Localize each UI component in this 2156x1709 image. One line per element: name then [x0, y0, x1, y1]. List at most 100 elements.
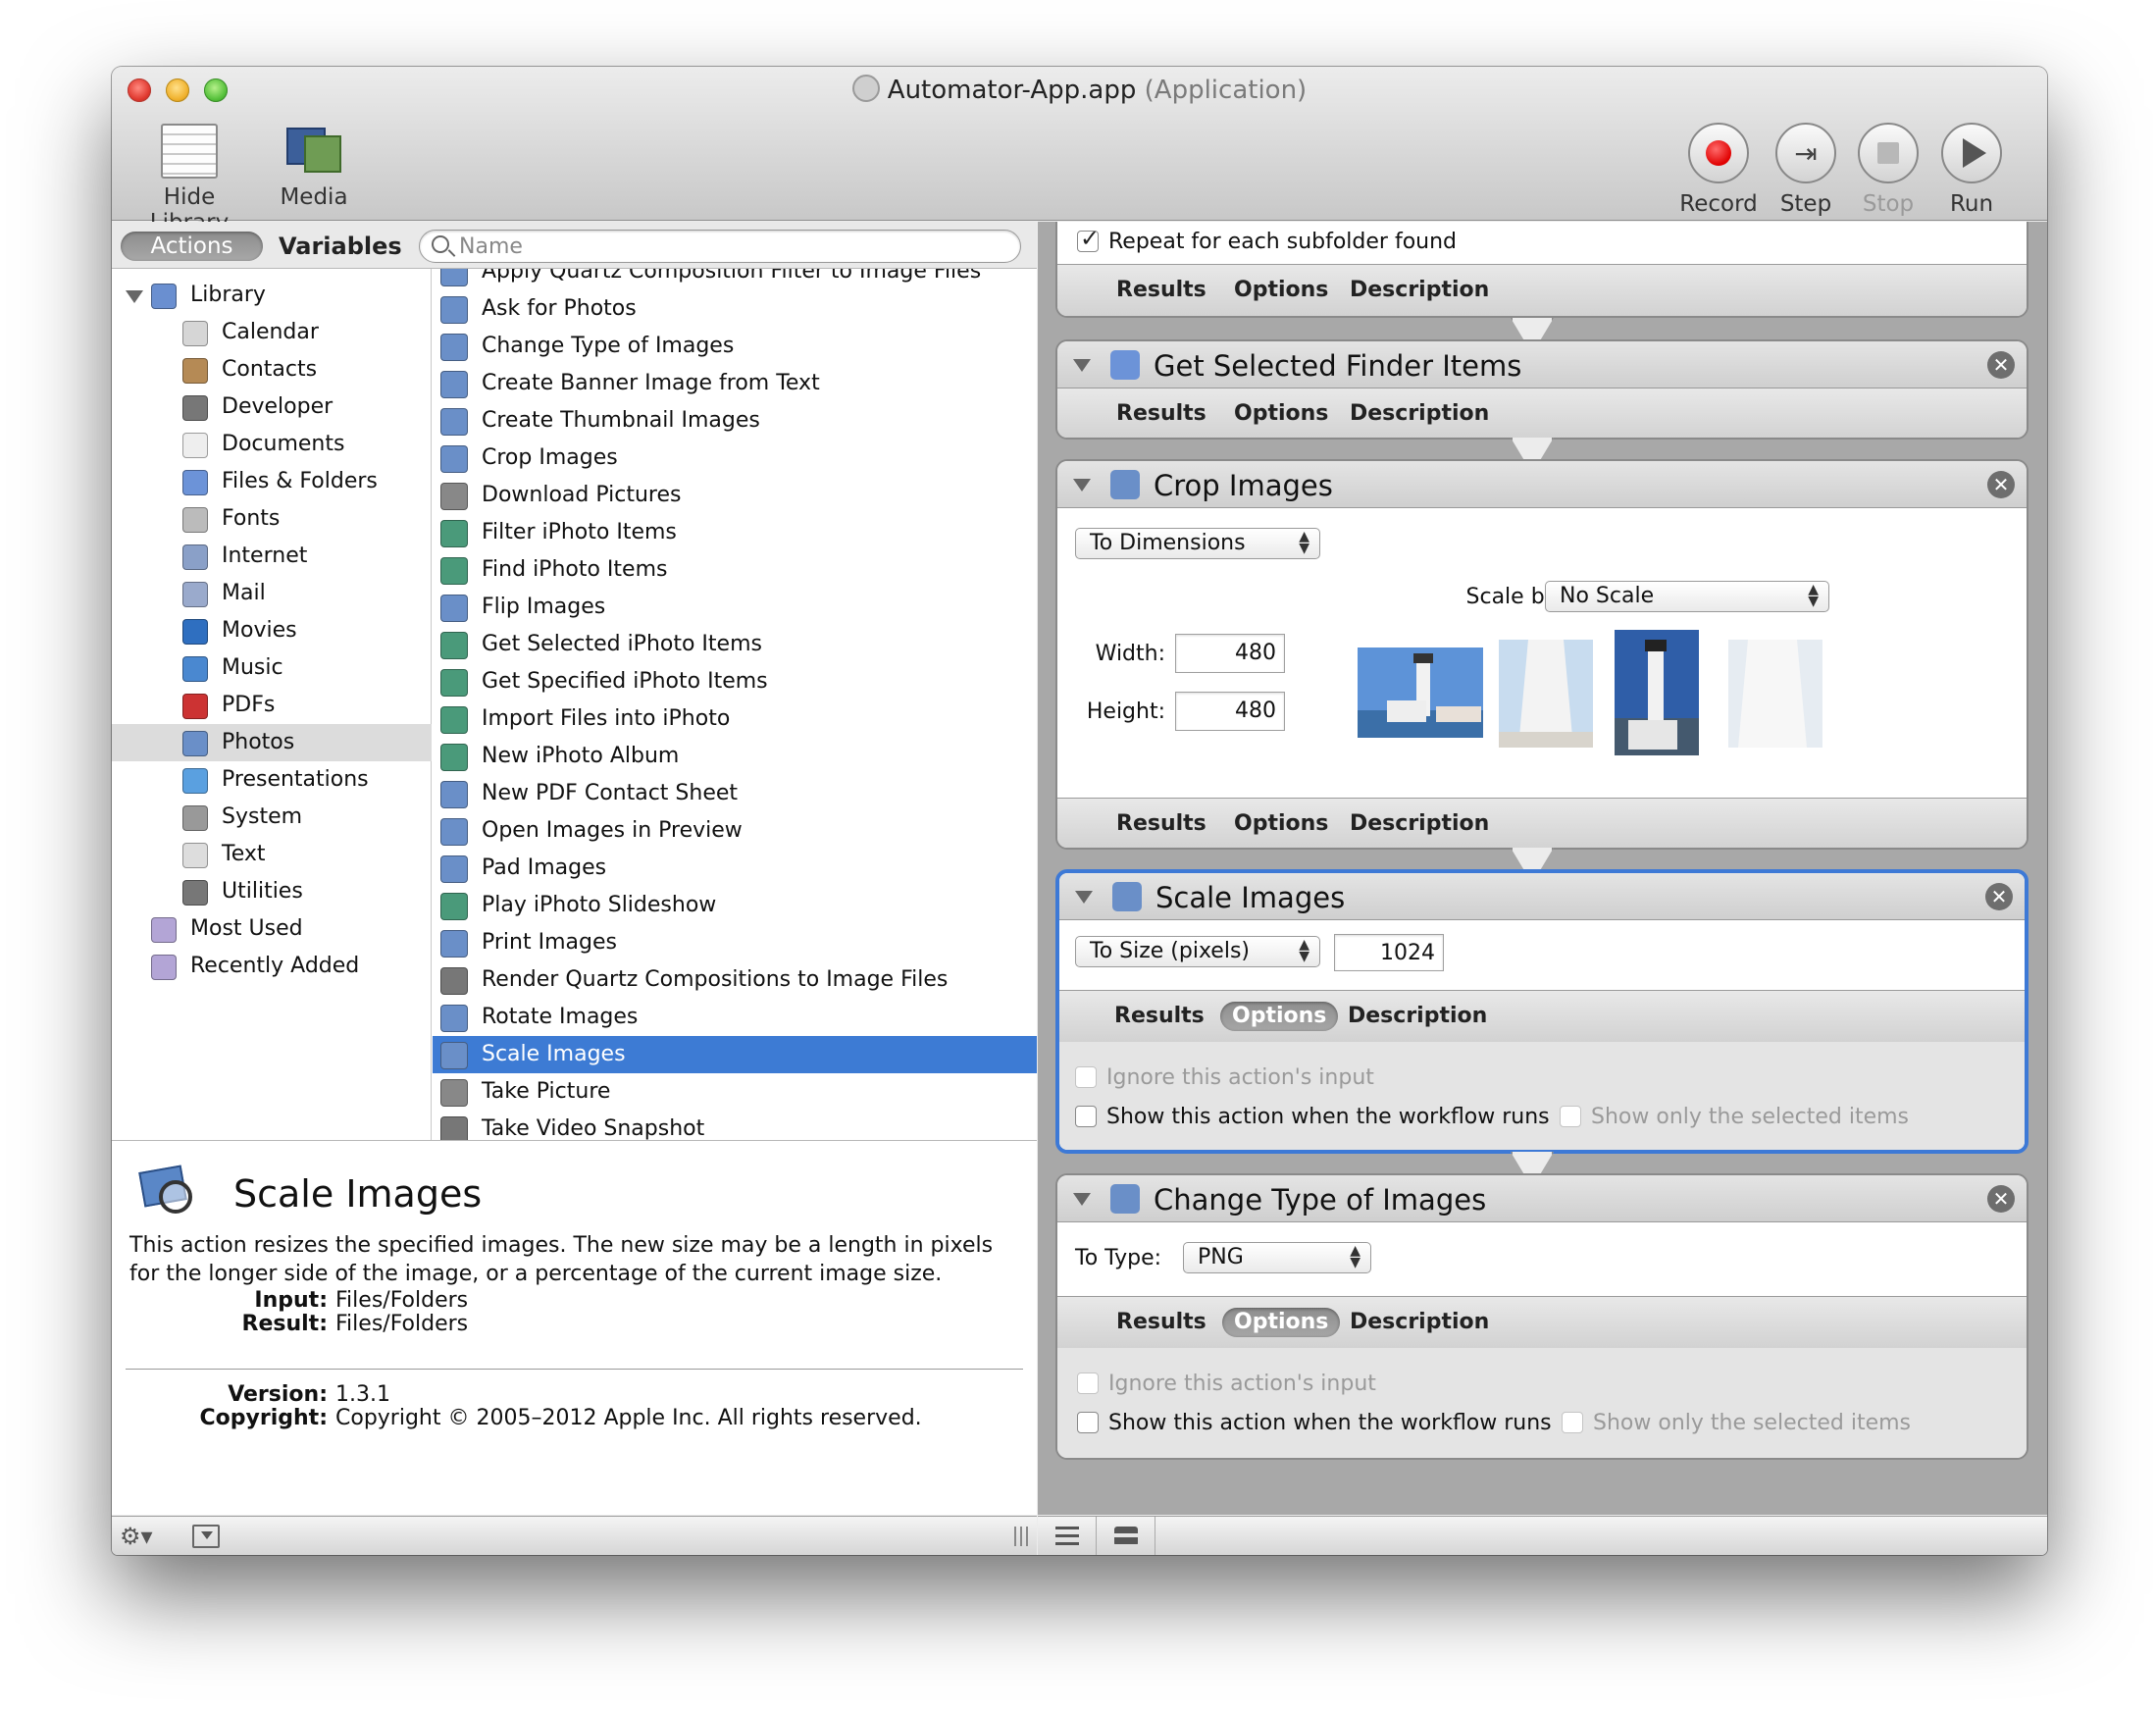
action-list-item[interactable]: Crop Images — [433, 440, 1037, 477]
tab-options[interactable]: Options — [1220, 1002, 1339, 1031]
flow-view-button[interactable] — [1097, 1517, 1155, 1555]
media-button[interactable]: Media — [267, 124, 361, 210]
collapse-triangle-icon[interactable] — [1073, 479, 1091, 492]
tab-results[interactable]: Results — [1104, 1308, 1218, 1337]
tab-description[interactable]: Description — [1338, 809, 1501, 839]
category-list[interactable]: Library Calendar Contacts Developer Document… — [112, 269, 432, 1140]
tab-results[interactable]: Results — [1104, 276, 1218, 305]
collapse-triangle-icon[interactable] — [1073, 359, 1091, 372]
action-list-item[interactable]: New PDF Contact Sheet — [433, 775, 1037, 812]
action-list-item[interactable]: Take Video Snapshot — [433, 1111, 1037, 1140]
action-list-item[interactable]: Render Quartz Compositions to Image File… — [433, 961, 1037, 999]
show-action-checkbox[interactable]: Show this action when the workflow runs — [1075, 1105, 1550, 1130]
record-button[interactable]: Record — [1674, 123, 1763, 217]
action-card-get-selected-finder-items[interactable]: Get Selected Finder Items ✕ Results Opti… — [1055, 339, 2028, 440]
tab-results[interactable]: Results — [1104, 809, 1218, 839]
crop-mode-popup[interactable]: To Dimensions ▲ ▼ — [1075, 528, 1320, 559]
category-item[interactable]: PDFs — [112, 687, 432, 724]
action-list-item[interactable]: Download Pictures — [433, 477, 1037, 514]
action-list-item[interactable]: Play iPhoto Slideshow — [433, 887, 1037, 924]
category-item[interactable]: Movies — [112, 612, 432, 649]
action-card-scale-images[interactable]: Scale Images ✕ To Size (pixels) ▲ ▼ 1024 R… — [1055, 869, 2028, 1154]
step-button[interactable]: ⇥ Step — [1762, 123, 1850, 217]
show-action-checkbox[interactable]: Show this action when the workflow runs — [1077, 1411, 1552, 1436]
action-list[interactable]: Apply Quartz Composition Filter to Image… — [433, 269, 1037, 1140]
height-field[interactable]: 480 — [1175, 692, 1285, 731]
category-item[interactable]: Contacts — [112, 351, 432, 388]
category-item[interactable]: Recently Added — [112, 948, 432, 985]
category-item[interactable]: Developer — [112, 388, 432, 426]
disclosure-triangle-icon[interactable] — [126, 290, 143, 303]
remove-action-button[interactable]: ✕ — [1987, 471, 2015, 498]
category-item[interactable]: Photos — [112, 724, 432, 761]
action-list-item[interactable]: Create Thumbnail Images — [433, 402, 1037, 440]
category-item[interactable]: Most Used — [112, 910, 432, 948]
show-selected-checkbox[interactable]: Show only the selected items — [1560, 1105, 1909, 1130]
action-list-item[interactable]: Import Files into iPhoto — [433, 700, 1037, 738]
show-selected-checkbox[interactable]: Show only the selected items — [1562, 1411, 1911, 1436]
repeat-subfolder-checkbox[interactable]: Repeat for each subfolder found — [1077, 226, 1457, 255]
action-list-item[interactable]: Find iPhoto Items — [433, 551, 1037, 589]
run-button[interactable]: Run — [1927, 123, 2016, 217]
action-list-item[interactable]: Ask for Photos — [433, 290, 1037, 328]
size-pixels-field[interactable]: 1024 — [1334, 934, 1444, 971]
action-list-item[interactable]: Take Picture — [433, 1073, 1037, 1111]
remove-action-button[interactable]: ✕ — [1985, 883, 2013, 910]
action-list-item[interactable]: New iPhoto Album — [433, 738, 1037, 775]
action-card-change-type-of-images[interactable]: Change Type of Images ✕ To Type: PNG ▲ ▼ R… — [1055, 1173, 2028, 1460]
remove-action-button[interactable]: ✕ — [1987, 351, 2015, 379]
remove-action-button[interactable]: ✕ — [1987, 1185, 2015, 1213]
action-list-item[interactable]: Get Specified iPhoto Items — [433, 663, 1037, 700]
tab-results[interactable]: Results — [1104, 399, 1218, 429]
scale-before-crop-popup[interactable]: No Scale ▲ ▼ — [1545, 581, 1829, 612]
tab-description[interactable]: Description — [1336, 1002, 1499, 1031]
search-input[interactable] — [459, 233, 1008, 260]
category-item[interactable]: Utilities — [112, 873, 432, 910]
gear-menu-button[interactable]: ⚙▾ — [120, 1522, 175, 1551]
hide-library-button[interactable]: Hide Library — [126, 124, 253, 235]
category-item[interactable]: Files & Folders — [112, 463, 432, 500]
tab-variables[interactable]: Variables — [279, 232, 402, 261]
category-item[interactable]: Internet — [112, 538, 432, 575]
action-list-item[interactable]: Scale Images — [433, 1036, 1037, 1073]
list-view-button[interactable] — [1038, 1517, 1097, 1555]
stop-button[interactable]: Stop — [1844, 123, 1932, 217]
action-card-crop-images[interactable]: Crop Images ✕ To Dimensions▲▼ Scale befo… — [1055, 459, 2028, 850]
tab-description[interactable]: Description — [1338, 276, 1501, 305]
category-item[interactable]: Music — [112, 649, 432, 687]
tab-actions[interactable]: Actions — [121, 232, 263, 261]
width-field[interactable]: 480 — [1175, 634, 1285, 673]
tab-options[interactable]: Options — [1222, 809, 1340, 839]
action-list-item[interactable]: Open Images in Preview — [433, 812, 1037, 850]
tab-description[interactable]: Description — [1338, 399, 1501, 429]
scale-mode-popup[interactable]: To Size (pixels) ▲ ▼ — [1075, 936, 1320, 967]
category-item[interactable]: Fonts — [112, 500, 432, 538]
action-list-item[interactable]: Apply Quartz Composition Filter to Image… — [433, 269, 1037, 290]
ignore-input-checkbox[interactable]: Ignore this action's input — [1077, 1372, 1376, 1397]
ignore-input-checkbox[interactable]: Ignore this action's input — [1075, 1065, 1374, 1091]
description-toggle-button[interactable] — [192, 1525, 220, 1548]
to-type-popup[interactable]: PNG ▲ ▼ — [1183, 1242, 1371, 1273]
category-item[interactable]: Text — [112, 836, 432, 873]
action-list-item[interactable]: Get Selected iPhoto Items — [433, 626, 1037, 663]
category-item[interactable]: Calendar — [112, 314, 432, 351]
action-list-item[interactable]: Filter iPhoto Items — [433, 514, 1037, 551]
action-list-item[interactable]: Create Banner Image from Text — [433, 365, 1037, 402]
category-item[interactable]: System — [112, 799, 432, 836]
category-item[interactable]: Library — [112, 277, 432, 314]
tab-options[interactable]: Options — [1222, 399, 1340, 429]
tab-options[interactable]: Options — [1222, 276, 1340, 305]
collapse-triangle-icon[interactable] — [1073, 1193, 1091, 1206]
category-item[interactable]: Presentations — [112, 761, 432, 799]
tab-description[interactable]: Description — [1338, 1308, 1501, 1337]
tab-options[interactable]: Options — [1222, 1308, 1341, 1337]
action-list-item[interactable]: Pad Images — [433, 850, 1037, 887]
category-item[interactable]: Documents — [112, 426, 432, 463]
action-list-item[interactable]: Flip Images — [433, 589, 1037, 626]
action-list-item[interactable]: Change Type of Images — [433, 328, 1037, 365]
search-field[interactable] — [419, 230, 1021, 263]
splitter-handle[interactable] — [1014, 1527, 1028, 1546]
action-list-item[interactable]: Print Images — [433, 924, 1037, 961]
action-list-item[interactable]: Rotate Images — [433, 999, 1037, 1036]
collapse-triangle-icon[interactable] — [1075, 891, 1093, 904]
